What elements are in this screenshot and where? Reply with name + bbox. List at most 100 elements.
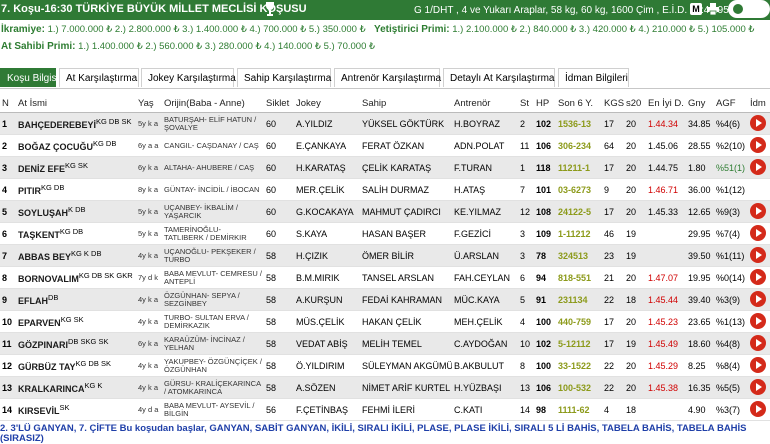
horse-origin[interactable]: ALTAHA- AHUBERE / CAŞ	[162, 156, 264, 179]
trainer-link[interactable]: H.ATAŞ	[452, 178, 518, 201]
play-icon[interactable]	[750, 312, 766, 329]
trainer-link[interactable]: ADN.POLAT	[452, 134, 518, 157]
owner-link[interactable]: ÖMER BİLİR	[360, 244, 452, 267]
horse-name-link[interactable]: EFLAH	[18, 296, 48, 306]
horse-origin[interactable]: GÜRSU- KRALİÇEKARINCA / ATOMKARINCA	[162, 376, 264, 399]
owner-link[interactable]: SALİH DURMAZ	[360, 178, 452, 201]
jockey-link[interactable]: A.YILDIZ	[294, 112, 360, 135]
horse-name-cell[interactable]: GÜRBÜZ TAYKG DB SK	[16, 354, 136, 377]
jockey-link[interactable]: Ö.YILDIRIM	[294, 354, 360, 377]
owner-link[interactable]: TANSEL ARSLAN	[360, 266, 452, 289]
jockey-link[interactable]: A.SÖZEN	[294, 376, 360, 399]
play-icon[interactable]	[750, 268, 766, 285]
owner-link[interactable]: FEHMİ İLERİ	[360, 398, 452, 421]
col-st[interactable]: St	[518, 94, 534, 113]
play-icon[interactable]	[750, 378, 766, 395]
trainer-link[interactable]: KE.YILMAZ	[452, 200, 518, 223]
col-s20[interactable]: s20	[624, 94, 646, 113]
horse-origin[interactable]: KARAÜZÜM- İNCİNAZ / YELHAN	[162, 332, 264, 355]
horse-origin[interactable]: YAKUPBEY- ÖZGÜNÇİÇEK / ÖZGÜNHAN	[162, 354, 264, 377]
play-icon[interactable]	[750, 136, 766, 153]
jockey-link[interactable]: S.KAYA	[294, 222, 360, 245]
jockey-link[interactable]: F.ÇETİNBAŞ	[294, 398, 360, 421]
trainer-link[interactable]: F.TURAN	[452, 156, 518, 179]
trainer-link[interactable]: MEH.ÇELİK	[452, 310, 518, 333]
tab-sahip-karsilastirma[interactable]: Sahip Karşılaştırma	[237, 68, 331, 87]
horse-name-link[interactable]: ABBAS BEY	[18, 252, 71, 262]
m-badge[interactable]: M	[690, 3, 702, 15]
horse-name-cell[interactable]: KIRSEVİLSK	[16, 398, 136, 421]
horse-origin[interactable]: BATURŞAH- ELİF HATUN / ŞOVALYE	[162, 112, 264, 135]
horse-origin[interactable]: TURBO- SULTAN ERVA / DEMİRKAZIK	[162, 310, 264, 333]
col-jokey[interactable]: Jokey	[294, 94, 360, 113]
horse-origin[interactable]: UÇANOĞLU- PEKŞEKER / TURBO	[162, 244, 264, 267]
horse-origin[interactable]: ÖZGÜNHAN- SEPYA / SEZGİNBEY	[162, 288, 264, 311]
trainer-link[interactable]: H.YÜZBAŞI	[452, 376, 518, 399]
owner-link[interactable]: MAHMUT ÇADIRCI	[360, 200, 452, 223]
jockey-link[interactable]: MÜS.ÇELİK	[294, 310, 360, 333]
jockey-link[interactable]: MER.ÇELİK	[294, 178, 360, 201]
horse-name-link[interactable]: PITIR	[18, 186, 41, 196]
horse-origin[interactable]: TAMERİNOĞLU- TATLIBERK / DEMİRKIR	[162, 222, 264, 245]
tab-antrenor-karsilastirma[interactable]: Antrenör Karşılaştırma	[334, 68, 441, 87]
horse-name-link[interactable]: SOYLUŞAH	[18, 208, 68, 218]
col-yas[interactable]: Yaş	[136, 94, 162, 113]
col-at-ismi[interactable]: At İsmi	[16, 94, 136, 113]
horse-name-cell[interactable]: GÖZPINARIDB SKG SK	[16, 332, 136, 355]
col-hp[interactable]: HP	[534, 94, 556, 113]
owner-link[interactable]: FERAT ÖZKAN	[360, 134, 452, 157]
horse-name-link[interactable]: GÖZPINARI	[18, 340, 68, 350]
jockey-link[interactable]: H.ÇIZIK	[294, 244, 360, 267]
col-orijin[interactable]: Orijin(Baba - Anne)	[162, 94, 264, 113]
col-sahip[interactable]: Sahip	[360, 94, 452, 113]
owner-link[interactable]: NİMET ARİF KURTEL	[360, 376, 452, 399]
owner-link[interactable]: HAKAN ÇELİK	[360, 310, 452, 333]
horse-name-link[interactable]: TAŞKENT	[18, 230, 60, 240]
horse-origin[interactable]: BABA MEVLUT- CEMRESU / ANTEPLİ	[162, 266, 264, 289]
tab-idman-bilgileri[interactable]: İdman Bilgileri	[558, 68, 629, 87]
horse-origin[interactable]: GÜNTAY- İNCİDİL / İBOCAN	[162, 178, 264, 201]
horse-name-link[interactable]: KRALKARINCA	[18, 384, 85, 394]
play-icon[interactable]	[750, 290, 766, 307]
col-siklet[interactable]: Siklet	[264, 94, 294, 113]
horse-name-cell[interactable]: KRALKARINCAKG K	[16, 376, 136, 399]
jockey-link[interactable]: G.KOCAKAYA	[294, 200, 360, 223]
horse-name-cell[interactable]: EFLAHDB	[16, 288, 136, 311]
trainer-link[interactable]: C.AYDOĞAN	[452, 332, 518, 355]
col-agf[interactable]: AGF	[714, 94, 748, 113]
jockey-link[interactable]: B.M.MIRIK	[294, 266, 360, 289]
toggle-switch[interactable]	[728, 0, 770, 18]
horse-name-link[interactable]: KIRSEVİL	[18, 406, 60, 416]
horse-origin[interactable]: CANGIL- CAŞDANAY / CAŞ	[162, 134, 264, 157]
owner-link[interactable]: MELİH TEMEL	[360, 332, 452, 355]
print-icon[interactable]	[707, 3, 719, 15]
horse-name-link[interactable]: DENİZ EFE	[18, 164, 65, 174]
tab-kosu-bilgisi[interactable]: Koşu Bilgisi	[0, 68, 59, 87]
horse-name-cell[interactable]: ABBAS BEYKG K DB	[16, 244, 136, 267]
trainer-link[interactable]: Ü.ARSLAN	[452, 244, 518, 267]
horse-name-link[interactable]: BAHÇEDEREBEYİ	[18, 120, 96, 130]
trainer-link[interactable]: C.KATI	[452, 398, 518, 421]
tab-at-karsilastirma[interactable]: At Karşılaştırma	[59, 68, 139, 87]
trainer-link[interactable]: B.AKBULUT	[452, 354, 518, 377]
horse-name-cell[interactable]: BAHÇEDEREBEYİKG DB SK	[16, 112, 136, 135]
col-n[interactable]: N	[0, 94, 16, 113]
horse-name-cell[interactable]: BORNOVALIMKG DB SK GKR	[16, 266, 136, 289]
col-idm[interactable]: İdm	[748, 94, 770, 113]
jockey-link[interactable]: E.ÇANKAYA	[294, 134, 360, 157]
horse-name-cell[interactable]: SOYLUŞAHK DB	[16, 200, 136, 223]
horse-name-cell[interactable]: DENİZ EFEKG SK	[16, 156, 136, 179]
tab-jokey-karsilastirma[interactable]: Jokey Karşılaştırma	[141, 68, 236, 87]
horse-name-link[interactable]: BOĞAZ ÇOCUĞU	[18, 142, 93, 152]
trainer-link[interactable]: MÜC.KAYA	[452, 288, 518, 311]
tab-detayli-at-karsilastirma[interactable]: Detaylı At Karşılaştırma	[443, 68, 555, 87]
trainer-link[interactable]: F.GEZİCİ	[452, 222, 518, 245]
owner-link[interactable]: HASAN BAŞER	[360, 222, 452, 245]
horse-origin[interactable]: BABA MEVLUT- AYSEVİL / BİLGİN	[162, 398, 264, 421]
play-icon[interactable]	[750, 158, 766, 175]
horse-name-link[interactable]: EPARVEN	[18, 318, 61, 328]
play-icon[interactable]	[750, 224, 766, 241]
jockey-link[interactable]: H.KARATAŞ	[294, 156, 360, 179]
col-antrenor[interactable]: Antrenör	[452, 94, 518, 113]
owner-link[interactable]: YÜKSEL GÖKTÜRK	[360, 112, 452, 135]
